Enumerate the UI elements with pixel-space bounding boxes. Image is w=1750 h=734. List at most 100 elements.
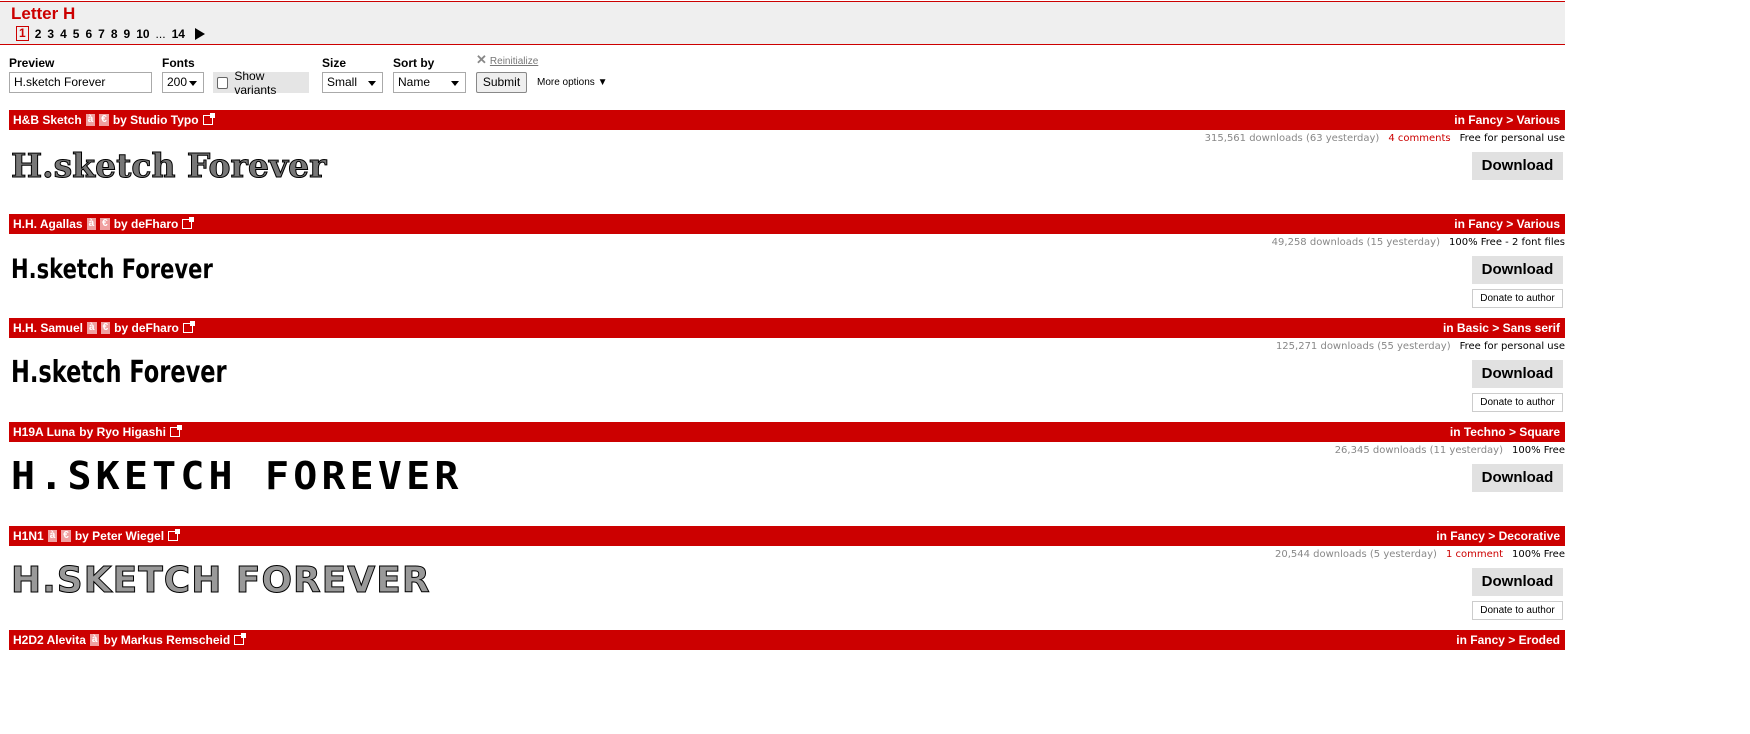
- preview-input[interactable]: H.sketch Forever: [9, 72, 152, 93]
- external-link-icon[interactable]: [182, 217, 195, 229]
- category-link[interactable]: in Fancy > Eroded: [1456, 633, 1560, 647]
- author-link[interactable]: by Ryo Higashi: [79, 425, 166, 439]
- font-preview[interactable]: H.SKETCH FOREVER: [11, 560, 431, 602]
- filter-form: Preview H.sketch Forever Fonts 200 Show …: [9, 52, 709, 97]
- font-entry: H&B Sketch à € by Studio Typo in Fancy > Va…: [9, 110, 1565, 214]
- reinitialize-link[interactable]: ✕ Reinitialize: [476, 52, 538, 68]
- size-select[interactable]: Small: [322, 72, 383, 93]
- font-entry: H1N1 à € by Peter Wiegel in Fancy > Decorat…: [9, 526, 1565, 630]
- download-button[interactable]: Download: [1472, 464, 1563, 492]
- font-name-link[interactable]: H.H. Agallas: [13, 217, 83, 231]
- category-link[interactable]: in Fancy > Decorative: [1436, 529, 1560, 543]
- pagination-ellipsis: ...: [155, 26, 166, 41]
- font-name-link[interactable]: H19A Luna: [13, 425, 75, 439]
- comments-link[interactable]: 4 comments: [1388, 133, 1450, 144]
- category-link[interactable]: in Basic > Sans serif: [1443, 321, 1560, 335]
- page-link[interactable]: 14: [172, 27, 185, 41]
- category-link[interactable]: in Fancy > Various: [1454, 217, 1560, 231]
- download-count: 20,544 downloads (5 yesterday): [1274, 549, 1437, 560]
- fonts-select[interactable]: 200: [162, 72, 204, 93]
- license-info: Free for personal use: [1459, 133, 1565, 144]
- size-select-value: Small: [327, 75, 358, 89]
- font-meta: 26,345 downloads (11 yesterday) 100% Free: [1335, 445, 1565, 456]
- author-link[interactable]: by Peter Wiegel: [75, 529, 164, 543]
- show-variants-checkbox[interactable]: Show variants: [213, 69, 309, 97]
- preview-label: Preview: [9, 56, 55, 70]
- donate-button[interactable]: Donate to author: [1472, 601, 1563, 620]
- font-preview[interactable]: H.sketch Forever: [11, 355, 227, 390]
- page-link[interactable]: 4: [60, 27, 67, 41]
- font-entry: H19A Luna by Ryo Higashi in Techno > Squa…: [9, 422, 1565, 526]
- font-name-link[interactable]: H&B Sketch: [13, 113, 82, 127]
- category-link[interactable]: in Techno > Square: [1450, 425, 1560, 439]
- page-link[interactable]: 1: [16, 26, 29, 41]
- author-link[interactable]: by Markus Remscheid: [103, 633, 230, 647]
- next-page-icon[interactable]: [194, 27, 205, 40]
- external-link-icon[interactable]: [168, 529, 181, 541]
- license-info: Free for personal use: [1459, 341, 1565, 352]
- page-link[interactable]: 7: [98, 27, 105, 41]
- author-link[interactable]: by deFharo: [114, 217, 179, 231]
- badge-euro: €: [100, 218, 110, 230]
- badge-euro: €: [99, 114, 109, 126]
- comments-link[interactable]: 1 comment: [1446, 549, 1503, 560]
- close-icon: ✕: [476, 52, 487, 67]
- badge-accents: à: [87, 322, 97, 334]
- page-link[interactable]: 3: [47, 27, 54, 41]
- reinitialize-label: Reinitialize: [489, 56, 539, 67]
- donate-button[interactable]: Donate to author: [1472, 393, 1563, 412]
- page-header: Letter H 1 2 3 4 5 6 7 8 9 10... 14: [0, 1, 1565, 45]
- author-link[interactable]: by Studio Typo: [113, 113, 199, 127]
- font-title-bar: H1N1 à € by Peter Wiegel in Fancy > Decorat…: [9, 526, 1565, 546]
- font-entry: H.H. Agallas à € by deFharo in Fancy > Vari…: [9, 214, 1565, 318]
- download-button[interactable]: Download: [1472, 152, 1563, 180]
- external-link-icon[interactable]: [202, 113, 215, 125]
- download-button[interactable]: Download: [1472, 568, 1563, 596]
- badge-euro: €: [61, 530, 71, 542]
- badge-euro: €: [100, 322, 111, 334]
- page-link[interactable]: 2: [35, 27, 42, 41]
- download-button[interactable]: Download: [1472, 360, 1563, 388]
- font-meta: 315,561 downloads (63 yesterday) 4 commen…: [1205, 133, 1565, 144]
- badge-accents: à: [89, 634, 100, 646]
- font-entry: H.H. Samuel à € by deFharo in Basic > Sans …: [9, 318, 1565, 422]
- font-title-bar: H19A Luna by Ryo Higashi in Techno > Squa…: [9, 422, 1565, 442]
- page-link[interactable]: 9: [124, 27, 131, 41]
- font-title-bar: H2D2 Alevita à by Markus Remscheid in Fanc…: [9, 630, 1565, 650]
- more-options-toggle[interactable]: More options ▼: [537, 77, 608, 88]
- sort-select-value: Name: [398, 75, 431, 89]
- page-link[interactable]: 6: [85, 27, 92, 41]
- download-count: 315,561 downloads (63 yesterday): [1204, 133, 1380, 144]
- download-count: 26,345 downloads (11 yesterday): [1334, 445, 1503, 456]
- font-title-bar: H.H. Agallas à € by deFharo in Fancy > Vari…: [9, 214, 1565, 234]
- download-count: 125,271 downloads (55 yesterday): [1275, 341, 1451, 352]
- external-link-icon[interactable]: [182, 321, 195, 333]
- checkbox-icon: [217, 76, 229, 89]
- font-name-link[interactable]: H.H. Samuel: [13, 321, 83, 335]
- font-name-link[interactable]: H2D2 Alevita: [13, 633, 86, 647]
- font-preview[interactable]: H.sketch Forever: [11, 146, 327, 186]
- size-label: Size: [322, 56, 347, 70]
- page-link[interactable]: 5: [73, 27, 80, 41]
- author-link[interactable]: by deFharo: [114, 321, 179, 335]
- fonts-select-value: 200: [167, 75, 188, 89]
- font-meta: 20,544 downloads (5 yesterday) 1 comment 1…: [1275, 549, 1565, 560]
- submit-button[interactable]: Submit: [476, 72, 527, 93]
- donate-button[interactable]: Donate to author: [1472, 289, 1563, 308]
- badge-accents: à: [85, 114, 96, 126]
- download-count: 49,258 downloads (15 yesterday): [1271, 237, 1440, 248]
- license-info: 100% Free: [1512, 549, 1565, 560]
- page-link[interactable]: 10: [136, 27, 149, 41]
- font-preview[interactable]: H.sketch Forever: [11, 254, 213, 285]
- category-link[interactable]: in Fancy > Various: [1454, 113, 1560, 127]
- page-title: Letter H: [11, 4, 76, 23]
- external-link-icon[interactable]: [234, 633, 247, 645]
- font-preview[interactable]: H.SKETCH FOREVER: [11, 454, 463, 498]
- page-link[interactable]: 8: [111, 27, 118, 41]
- font-name-link[interactable]: H1N1: [13, 529, 44, 543]
- sort-select[interactable]: Name: [393, 72, 466, 93]
- pagination: 1 2 3 4 5 6 7 8 9 10... 14: [16, 26, 205, 41]
- external-link-icon[interactable]: [169, 425, 182, 437]
- download-button[interactable]: Download: [1472, 256, 1563, 284]
- license-info: 100% Free: [1512, 445, 1565, 456]
